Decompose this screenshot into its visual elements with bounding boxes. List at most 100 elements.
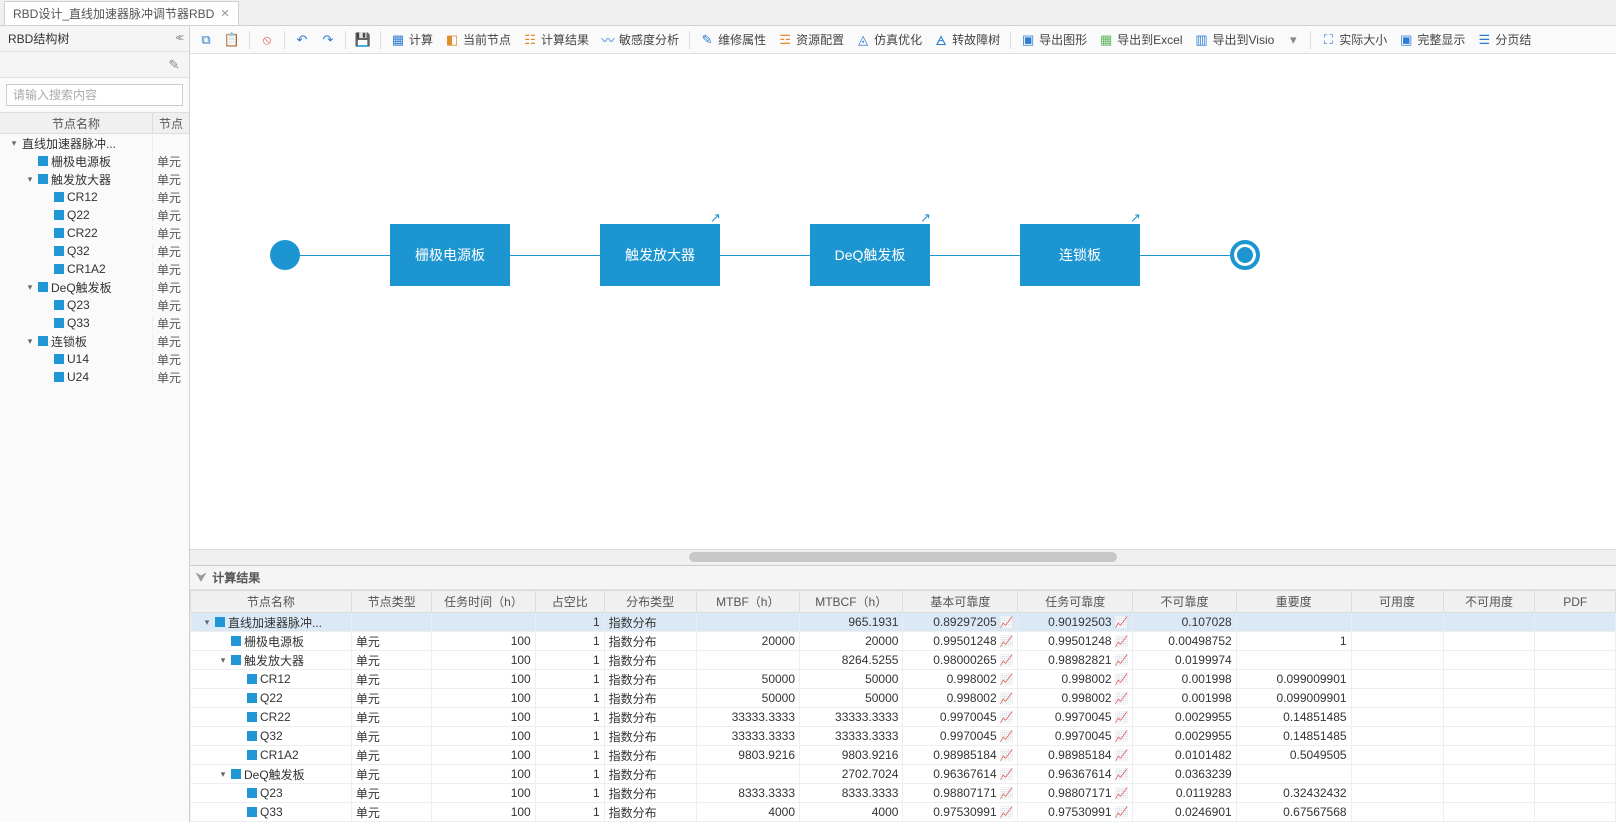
table-row[interactable]: Q22单元1001指数分布50000500000.998002📈0.998002… [191,689,1616,708]
sensitivity-button[interactable]: 〰敏感度分析 [596,29,684,51]
column-header[interactable]: PDF [1535,591,1616,613]
table-row[interactable]: ▾DeQ触发板单元1001指数分布2702.70240.96367614📈0.9… [191,765,1616,784]
column-header[interactable]: 不可靠度 [1133,591,1236,613]
table-row[interactable]: 栅极电源板单元1001指数分布20000200000.99501248📈0.99… [191,632,1616,651]
chart-icon[interactable]: 📈 [1115,693,1129,705]
collapse-icon[interactable]: ▾ [25,282,35,292]
fault-tree-button[interactable]: 🜁转故障树 [929,29,1005,51]
chart-icon[interactable]: 📈 [1115,807,1129,819]
tree-row[interactable]: Q32单元 [0,242,189,260]
tree-row[interactable]: ▾直线加速器脉冲... [0,134,189,152]
current-node-button[interactable]: ◧当前节点 [440,29,516,51]
calc-result-button[interactable]: ☷计算结果 [518,29,594,51]
export-excel-button[interactable]: ▦导出到Excel [1094,29,1187,51]
chart-icon[interactable]: 📈 [1115,788,1129,800]
column-header[interactable]: MTBCF（h） [800,591,903,613]
table-row[interactable]: ▾触发放大器单元1001指数分布8264.52550.98000265📈0.98… [191,651,1616,670]
collapse-icon[interactable]: << [175,33,181,44]
chart-icon[interactable]: 📈 [1000,655,1014,667]
column-header[interactable]: 分布类型 [604,591,696,613]
expand-badge-icon[interactable]: ↗ [710,210,724,224]
column-header[interactable]: 节点类型 [351,591,431,613]
close-icon[interactable]: ✕ [220,7,229,20]
results-grid[interactable]: 节点名称节点类型任务时间（h）占空比分布类型MTBF（h）MTBCF（h）基本可… [190,590,1616,822]
chart-icon[interactable]: 📈 [1000,731,1014,743]
chart-icon[interactable]: 📈 [1115,636,1129,648]
tree-row[interactable]: Q22单元 [0,206,189,224]
rbd-block[interactable]: 连锁板 [1020,224,1140,286]
tree-row[interactable]: CR12单元 [0,188,189,206]
export-image-button[interactable]: ▣导出图形 [1016,29,1092,51]
chart-icon[interactable]: 📈 [1115,617,1129,629]
chart-icon[interactable]: 📈 [1115,769,1129,781]
chart-icon[interactable]: 📈 [1000,769,1014,781]
chart-icon[interactable]: 📈 [1000,807,1014,819]
column-header[interactable]: 节点名称 [191,591,352,613]
collapse-icon[interactable]: ▾ [9,138,19,148]
chart-icon[interactable]: 📈 [1115,731,1129,743]
sim-opt-button[interactable]: ◬仿真优化 [851,29,927,51]
fit-screen-button[interactable]: ▣完整显示 [1394,29,1470,51]
delete-button[interactable]: ⦸ [255,29,279,51]
tree-row[interactable]: U14单元 [0,350,189,368]
undo-button[interactable]: ↶ [290,29,314,51]
table-row[interactable]: Q33单元1001指数分布400040000.97530991📈0.975309… [191,803,1616,822]
chart-icon[interactable]: 📈 [1115,674,1129,686]
maint-attr-button[interactable]: ✎维修属性 [695,29,771,51]
rbd-block[interactable]: DeQ触发板 [810,224,930,286]
export-visio-button[interactable]: ▥导出到Visio [1190,29,1280,51]
expand-badge-icon[interactable]: ↗ [920,210,934,224]
calc-button[interactable]: ▦计算 [386,29,438,51]
collapse-icon[interactable]: ▾ [218,655,228,665]
expand-icon[interactable]: ⮟ [196,570,206,585]
scrollbar-thumb[interactable] [689,552,1117,562]
table-row[interactable]: Q32单元1001指数分布33333.333333333.33330.99700… [191,727,1616,746]
tree-row[interactable]: 栅极电源板单元 [0,152,189,170]
tree[interactable]: ▾直线加速器脉冲...栅极电源板单元▾触发放大器单元CR12单元Q22单元CR2… [0,134,189,822]
rbd-block[interactable]: 触发放大器 [600,224,720,286]
document-tab[interactable]: RBD设计_直线加速器脉冲调节器RBD ✕ [4,1,239,25]
edit-icon[interactable]: ✎ [167,58,181,72]
save-button[interactable]: 💾 [351,29,375,51]
tree-row[interactable]: ▾连锁板单元 [0,332,189,350]
tree-row[interactable]: Q33单元 [0,314,189,332]
collapse-icon[interactable]: ▾ [218,769,228,779]
diagram-canvas[interactable]: 栅极电源板触发放大器↗DeQ触发板↗连锁板↗ [190,54,1616,549]
table-row[interactable]: CR1A2单元1001指数分布9803.92169803.92160.98985… [191,746,1616,765]
table-row[interactable]: CR12单元1001指数分布50000500000.998002📈0.99800… [191,670,1616,689]
column-header[interactable]: 任务时间（h） [432,591,535,613]
chart-icon[interactable]: 📈 [1000,636,1014,648]
chart-icon[interactable]: 📈 [1000,674,1014,686]
tree-row[interactable]: Q23单元 [0,296,189,314]
expand-badge-icon[interactable]: ↗ [1130,210,1144,224]
chart-icon[interactable]: 📈 [1115,750,1129,762]
column-header[interactable]: 占空比 [535,591,604,613]
table-row[interactable]: CR22单元1001指数分布33333.333333333.33330.9970… [191,708,1616,727]
column-header[interactable]: MTBF（h） [696,591,799,613]
redo-button[interactable]: ↷ [316,29,340,51]
actual-size-button[interactable]: ⛶实际大小 [1316,29,1392,51]
tree-row[interactable]: U24单元 [0,368,189,386]
chart-icon[interactable]: 📈 [1000,712,1014,724]
paginate-button[interactable]: ☰分页结 [1472,29,1536,51]
tree-row[interactable]: CR22单元 [0,224,189,242]
chart-icon[interactable]: 📈 [1000,750,1014,762]
rbd-block[interactable]: 栅极电源板 [390,224,510,286]
column-header[interactable]: 重要度 [1236,591,1351,613]
collapse-icon[interactable]: ▾ [25,174,35,184]
column-header[interactable]: 基本可靠度 [903,591,1018,613]
copy-button[interactable]: ⧉ [194,29,218,51]
tree-row[interactable]: ▾触发放大器单元 [0,170,189,188]
paste-button[interactable]: 📋 [220,29,244,51]
chart-icon[interactable]: 📈 [1115,712,1129,724]
column-header[interactable]: 任务可靠度 [1018,591,1133,613]
table-row[interactable]: ▾直线加速器脉冲...1指数分布965.19310.89297205📈0.901… [191,613,1616,632]
chart-icon[interactable]: 📈 [1000,788,1014,800]
end-node[interactable] [1230,240,1260,270]
column-header[interactable]: 可用度 [1351,591,1443,613]
horizontal-scrollbar[interactable] [190,549,1616,565]
collapse-icon[interactable]: ▾ [25,336,35,346]
search-input[interactable] [6,84,183,106]
dropdown-button[interactable]: ▾ [1281,29,1305,51]
start-node[interactable] [270,240,300,270]
